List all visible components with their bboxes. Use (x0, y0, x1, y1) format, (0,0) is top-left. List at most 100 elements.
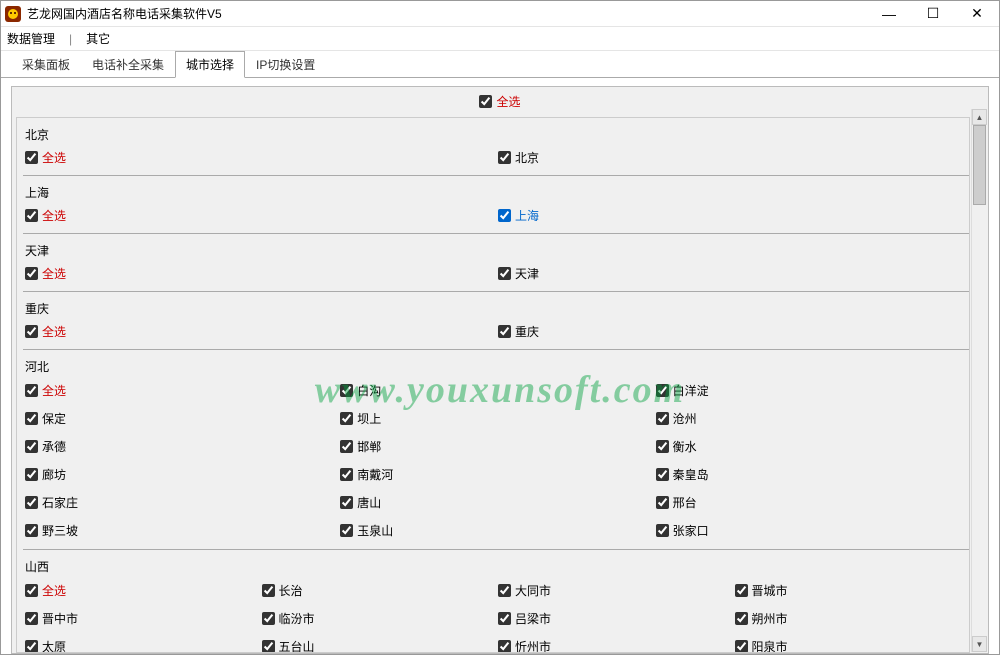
group-select-all-input[interactable] (25, 325, 38, 338)
menu-other[interactable]: 其它 (86, 30, 110, 47)
scroll-up-button[interactable]: ▲ (972, 109, 987, 125)
city-checkbox[interactable]: 沧州 (656, 410, 697, 427)
city-checkbox-input[interactable] (340, 440, 353, 453)
city-checkbox[interactable]: 秦皇岛 (656, 466, 709, 483)
tab-collect-panel[interactable]: 采集面板 (11, 51, 81, 77)
city-checkbox[interactable]: 阳泉市 (735, 638, 788, 652)
tab-city-select[interactable]: 城市选择 (175, 51, 245, 78)
city-checkbox[interactable]: 晋中市 (25, 610, 78, 627)
city-checkbox[interactable]: 衡水 (656, 438, 697, 455)
city-checkbox-input[interactable] (262, 612, 275, 625)
city-checkbox-input[interactable] (735, 584, 748, 597)
city-checkbox-input[interactable] (735, 640, 748, 652)
city-checkbox-input[interactable] (25, 524, 38, 537)
tab-phone-complete[interactable]: 电话补全采集 (81, 51, 175, 77)
city-checkbox-input[interactable] (25, 440, 38, 453)
city-checkbox-input[interactable] (340, 384, 353, 397)
group-select-all-input[interactable] (25, 267, 38, 280)
city-checkbox[interactable]: 南戴河 (340, 466, 393, 483)
scroll-track[interactable] (972, 125, 987, 636)
city-checkbox-input[interactable] (340, 468, 353, 481)
city-checkbox[interactable]: 临汾市 (262, 610, 315, 627)
city-checkbox[interactable]: 吕梁市 (498, 610, 551, 627)
group-select-all-checkbox[interactable]: 全选 (25, 207, 66, 224)
city-checkbox[interactable]: 五台山 (262, 638, 315, 652)
city-checkbox[interactable]: 唐山 (340, 494, 381, 511)
city-checkbox-input[interactable] (656, 384, 669, 397)
group-select-all-checkbox[interactable]: 全选 (25, 382, 66, 399)
city-label: 坝上 (357, 410, 381, 427)
global-select-all-checkbox[interactable]: 全选 (479, 93, 520, 110)
city-checkbox[interactable]: 朔州市 (735, 610, 788, 627)
city-checkbox-input[interactable] (340, 412, 353, 425)
city-checkbox[interactable]: 廊坊 (25, 466, 66, 483)
city-checkbox-input[interactable] (262, 640, 275, 652)
group-select-all-checkbox[interactable]: 全选 (25, 149, 66, 166)
tab-ip-switch[interactable]: IP切换设置 (245, 51, 326, 77)
scroll-down-button[interactable]: ▼ (972, 636, 987, 652)
city-checkbox-input[interactable] (656, 468, 669, 481)
city-checkbox[interactable]: 上海 (498, 207, 539, 224)
city-checkbox-input[interactable] (262, 584, 275, 597)
city-checkbox[interactable]: 大同市 (498, 582, 551, 599)
group-select-all-input[interactable] (25, 384, 38, 397)
menu-data[interactable]: 数据管理 (7, 30, 55, 47)
group-select-all-checkbox[interactable]: 全选 (25, 323, 66, 340)
group-row: 石家庄 唐山 邢台 (23, 489, 969, 517)
group-select-all-input[interactable] (25, 584, 38, 597)
group-select-all-checkbox[interactable]: 全选 (25, 265, 66, 282)
city-checkbox-input[interactable] (656, 524, 669, 537)
city-checkbox-input[interactable] (656, 496, 669, 509)
group-select-all-input[interactable] (25, 209, 38, 222)
city-checkbox[interactable]: 重庆 (498, 323, 539, 340)
scroll-thumb[interactable] (973, 125, 986, 205)
city-checkbox-input[interactable] (656, 412, 669, 425)
city-checkbox-input[interactable] (25, 412, 38, 425)
city-checkbox[interactable]: 玉泉山 (340, 522, 393, 539)
city-checkbox[interactable]: 保定 (25, 410, 66, 427)
city-checkbox[interactable]: 白沟 (340, 382, 381, 399)
city-checkbox[interactable]: 忻州市 (498, 638, 551, 652)
vertical-scrollbar[interactable]: ▲ ▼ (971, 109, 987, 652)
city-checkbox[interactable]: 白洋淀 (656, 382, 709, 399)
city-checkbox[interactable]: 晋城市 (735, 582, 788, 599)
group-row: 全选 长治 大同市 晋城市 (23, 577, 969, 605)
city-checkbox-input[interactable] (498, 151, 511, 164)
city-checkbox[interactable]: 天津 (498, 265, 539, 282)
city-group: 重庆全选重庆 (23, 291, 969, 345)
group-row: 全选 上海 (23, 203, 969, 229)
city-checkbox-input[interactable] (25, 612, 38, 625)
city-checkbox-input[interactable] (25, 640, 38, 652)
maximize-button[interactable]: ☐ (911, 1, 955, 26)
minimize-button[interactable]: — (867, 1, 911, 26)
city-checkbox[interactable]: 邯郸 (340, 438, 381, 455)
city-checkbox[interactable]: 野三坡 (25, 522, 78, 539)
city-checkbox-input[interactable] (498, 640, 511, 652)
city-checkbox-input[interactable] (25, 496, 38, 509)
city-checkbox[interactable]: 太原 (25, 638, 66, 652)
city-checkbox-input[interactable] (498, 267, 511, 280)
city-checkbox-input[interactable] (340, 496, 353, 509)
city-checkbox-input[interactable] (735, 612, 748, 625)
city-checkbox[interactable]: 长治 (262, 582, 303, 599)
city-label: 天津 (515, 265, 539, 282)
city-group: 北京全选北京 (23, 122, 969, 171)
city-checkbox-input[interactable] (498, 612, 511, 625)
city-checkbox[interactable]: 北京 (498, 149, 539, 166)
global-select-all-input[interactable] (479, 95, 492, 108)
city-checkbox-input[interactable] (498, 209, 511, 222)
city-checkbox[interactable]: 承德 (25, 438, 66, 455)
group-select-all-checkbox[interactable]: 全选 (25, 582, 66, 599)
city-checkbox[interactable]: 张家口 (656, 522, 709, 539)
group-title: 重庆 (23, 296, 969, 319)
close-button[interactable]: ✕ (955, 1, 999, 26)
city-checkbox[interactable]: 石家庄 (25, 494, 78, 511)
city-checkbox[interactable]: 坝上 (340, 410, 381, 427)
city-checkbox-input[interactable] (656, 440, 669, 453)
group-select-all-input[interactable] (25, 151, 38, 164)
city-checkbox-input[interactable] (340, 524, 353, 537)
city-checkbox[interactable]: 邢台 (656, 494, 697, 511)
city-checkbox-input[interactable] (25, 468, 38, 481)
city-checkbox-input[interactable] (498, 584, 511, 597)
city-checkbox-input[interactable] (498, 325, 511, 338)
